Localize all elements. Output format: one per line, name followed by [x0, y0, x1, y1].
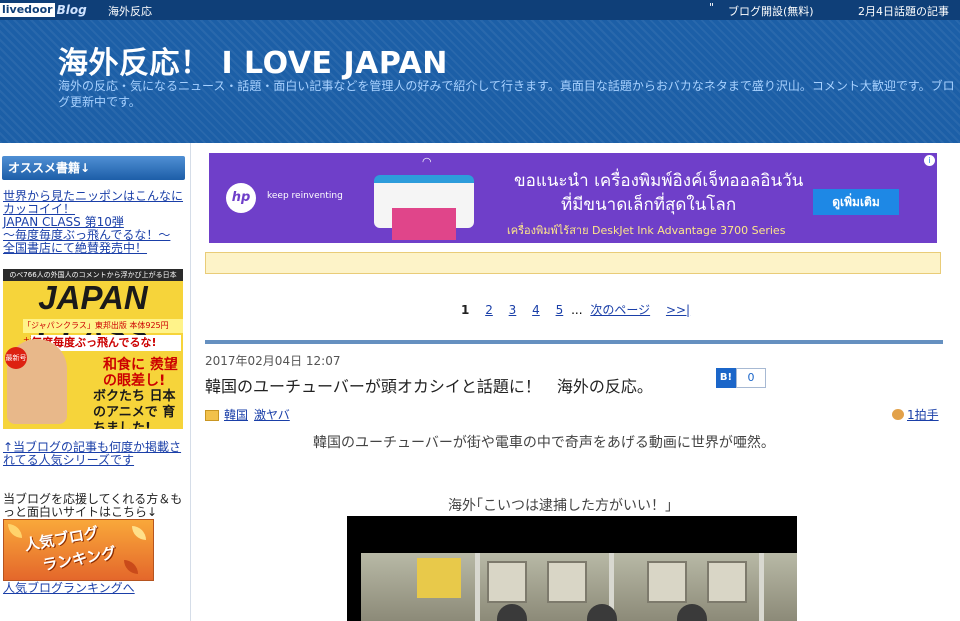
leaf-decoration [132, 526, 146, 540]
article-lead: 韓国のユーチューバーが街や電車の中で奇声をあげる動画に世界が唖然。 [313, 435, 775, 451]
hakushu-clap[interactable]: 1拍手 [892, 406, 939, 423]
hatena-bookmark-count: 0 [736, 368, 766, 388]
hp-logo: hp [226, 183, 256, 213]
ad-headline-2: ที่มีขนาดเล็กที่สุดในโลก [561, 195, 737, 215]
article-divider [205, 340, 943, 344]
train-pole [759, 553, 764, 621]
hatena-bookmark-icon: B! [716, 368, 736, 388]
notice-bar [205, 252, 941, 274]
article-date: 2017年02月04日 12:07 [205, 354, 341, 368]
leaf-decoration [8, 524, 22, 538]
quote-mark: " [709, 1, 715, 14]
hp-printer-advertisement[interactable]: hp keep reinventing ◠ ขอแนะนำ เครื่องพิม… [209, 153, 937, 243]
page-current: 1 [461, 303, 470, 317]
banner-big-title: JAPAN CLASS [37, 279, 149, 352]
book-link-1[interactable]: 世界から見たニッポンはこんなにカッコイイ！ [3, 189, 183, 216]
ad-cta-button[interactable]: ดูเพิ่มเติม [813, 189, 899, 215]
book-link-3[interactable]: 〜毎度毎度ぶっ飛んでるな！〜 [3, 228, 170, 242]
wifi-icon: ◠ [422, 155, 432, 168]
train-window [547, 561, 587, 603]
top-navigation-bar: livedoor Blog 海外反応 " ブログ開設(無料) 2月4日話題の記事 [0, 0, 960, 20]
ad-info-icon[interactable]: i [924, 155, 935, 166]
article-title[interactable]: 韓国のユーチューバーが頭オカシイと話題に！ 海外の反応。 [205, 373, 653, 397]
train-window [487, 561, 527, 603]
leaf-decoration [124, 560, 138, 574]
book-links: 世界から見たニッポンはこんなにカッコイイ！ JAPAN CLASS 第10弾 〜… [3, 190, 188, 255]
embedded-video-player[interactable] [347, 516, 797, 621]
train-pole [475, 553, 480, 621]
book-link-4[interactable]: 全国書店にて絶賛発売中！ [3, 241, 147, 255]
ranking-banner-image[interactable]: 人気ブログ ランキング [3, 519, 154, 581]
printed-paper-image [392, 208, 456, 240]
banner-feature-2: ボクたち 日本のアニメで 育ちました! [93, 389, 176, 429]
support-text: 当ブログを応援してくれる方＆もっと面白いサイトはこちら↓ [3, 492, 183, 519]
train-window [647, 561, 687, 603]
page-ellipsis: ... [571, 303, 583, 317]
page-link-5[interactable]: 5 [556, 303, 564, 317]
blog-header: 海外反応！ I LOVE JAPAN 海外の反応・気になるニュース・話題・面白い… [0, 20, 960, 143]
livedoor-logo-text: livedoor [0, 3, 55, 17]
article-categories: 韓国 激ヤバ [205, 406, 296, 423]
banner-new-badge: 最新号 [5, 347, 27, 369]
page-link-3[interactable]: 3 [509, 303, 517, 317]
daily-topic-link[interactable]: 2月4日話題の記事 [858, 3, 949, 19]
page-link-4[interactable]: 4 [532, 303, 540, 317]
folder-icon [205, 410, 219, 421]
ad-tagline: keep reinventing [267, 191, 343, 201]
page-link-2[interactable]: 2 [485, 303, 493, 317]
next-page-link[interactable]: 次のページ [590, 303, 650, 317]
category-link-crazy[interactable]: 激ヤバ [254, 406, 290, 423]
japan-class-book-banner[interactable]: のべ766人の外国人のコメントから浮かび上がる日本 JAPAN CLASS 「ジ… [3, 269, 183, 429]
last-page-link[interactable]: >>| [666, 303, 690, 317]
video-poster [417, 558, 461, 598]
site-name-link[interactable]: 海外反応 [108, 3, 152, 19]
left-sidebar: オススメ書籍↓ 世界から見たニッポンはこんなにカッコイイ！ JAPAN CLAS… [0, 143, 191, 621]
hakushu-link[interactable]: 1拍手 [907, 406, 939, 423]
hatena-bookmark-button[interactable]: B! 0 [716, 368, 766, 388]
pagination: 1 2 3 4 5 ... 次のページ >>| [461, 301, 690, 318]
clap-icon [892, 409, 904, 420]
banner-sub-line: 「ジャパンクラス」東邦出版 本体925円+税 [23, 319, 183, 344]
ranking-link[interactable]: 人気ブログランキングへ [3, 579, 135, 596]
ad-headline-1: ขอแนะนำ เครื่องพิมพ์อิงค์เจ็ทออลอินวัน [514, 171, 804, 191]
main-content: hp keep reinventing ◠ ขอแนะนำ เครื่องพิม… [191, 143, 960, 621]
blog-description: 海外の反応・気になるニュース・話題・面白い記事などを管理人の好みで紹介して行きま… [58, 79, 955, 109]
blog-title[interactable]: 海外反応！ I LOVE JAPAN [58, 38, 448, 82]
recommend-series-link[interactable]: ↑当ブログの記事も何度か掲載されてる人気シリーズです [3, 441, 189, 467]
sidebar-section-title: オススメ書籍↓ [2, 156, 185, 180]
category-link-korea[interactable]: 韓国 [224, 406, 248, 423]
book-link-2[interactable]: JAPAN CLASS 第10弾 [3, 215, 124, 229]
open-blog-link[interactable]: ブログ開設(無料) [728, 3, 814, 19]
ad-subline: เครื่องพิมพ์ไร้สาย DeskJet Ink Advantage… [507, 224, 786, 237]
banner-feature-1: 和食に 羨望の眼差し! [103, 357, 178, 389]
livedoor-blog-logo[interactable]: livedoor Blog [0, 0, 92, 20]
train-window [707, 561, 747, 603]
article-quote: 海外｢こいつは逮捕した方がいい！｣ [448, 498, 672, 514]
blog-logo-text: Blog [56, 3, 87, 17]
